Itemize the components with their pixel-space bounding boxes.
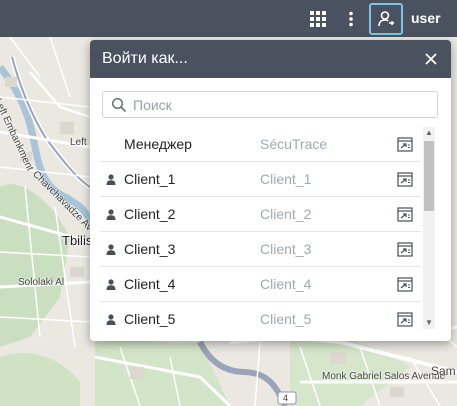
list-scrollbar[interactable]: ▲ ▼ (423, 127, 435, 329)
row-name: Client_4 (124, 276, 176, 292)
login-as-icon[interactable] (397, 137, 413, 152)
dialog-title: Войти как... (102, 50, 188, 67)
row-account: Client_4 (260, 276, 312, 292)
dialog-header: Войти как... (90, 40, 451, 78)
user-icon (106, 314, 116, 325)
search-icon (111, 97, 127, 113)
user-list-row[interactable]: Client_5 Client_5 (100, 302, 421, 333)
row-name: Client_3 (124, 241, 176, 257)
search-input[interactable] (133, 92, 431, 117)
row-account: Client_5 (260, 311, 312, 327)
user-icon (106, 209, 116, 220)
search-field[interactable] (102, 91, 438, 118)
user-list: Менеджер SécuTrace Client_1 Client_1 Client_… (100, 127, 421, 333)
scrollbar-thumb[interactable] (424, 141, 434, 211)
close-icon[interactable] (421, 49, 441, 69)
user-icon (106, 244, 116, 255)
login-as-icon[interactable] (397, 207, 413, 222)
user-list-row[interactable]: Менеджер SécuTrace (100, 127, 421, 162)
username-label[interactable]: user (411, 10, 441, 26)
row-name: Client_2 (124, 206, 176, 222)
map-label-sam: Sam (431, 364, 456, 378)
login-as-icon[interactable] (397, 242, 413, 257)
user-list-row[interactable]: Client_1 Client_1 (100, 162, 421, 197)
user-list-row[interactable]: Client_2 Client_2 (100, 197, 421, 232)
login-as-icon[interactable] (397, 277, 413, 292)
row-account: SécuTrace (260, 136, 328, 152)
login-as-icon[interactable] (397, 172, 413, 187)
row-account: Client_2 (260, 206, 312, 222)
row-name: Менеджер (124, 136, 192, 152)
map-label-monk-gabriel: Monk Gabriel Salos Avenue (322, 371, 446, 382)
top-bar: user (0, 0, 457, 37)
user-list-row[interactable]: Client_4 Client_4 (100, 267, 421, 302)
login-as-dialog: Войти как... МенеджерSécuTraceClient_1Cl… (90, 40, 451, 341)
user-icon (106, 279, 116, 290)
map-route-badge: 4 (283, 393, 289, 403)
user-icon (106, 174, 116, 185)
user-list-row[interactable]: Client_3 Client_3 (100, 232, 421, 267)
row-account: Client_1 (260, 171, 312, 187)
login-as-user-icon[interactable] (369, 3, 403, 35)
login-as-icon[interactable] (397, 312, 413, 327)
scroll-down-arrow-icon[interactable]: ▼ (425, 319, 433, 327)
row-name: Client_1 (124, 171, 176, 187)
map-label-left: Left (70, 137, 87, 148)
row-name: Client_5 (124, 311, 176, 327)
map-label-sololaki: Sololaki Al (18, 277, 65, 288)
apps-grid-icon[interactable] (304, 4, 332, 33)
more-menu-icon[interactable] (338, 4, 364, 33)
row-account: Client_3 (260, 241, 312, 257)
scroll-up-arrow-icon[interactable]: ▲ (425, 129, 433, 137)
